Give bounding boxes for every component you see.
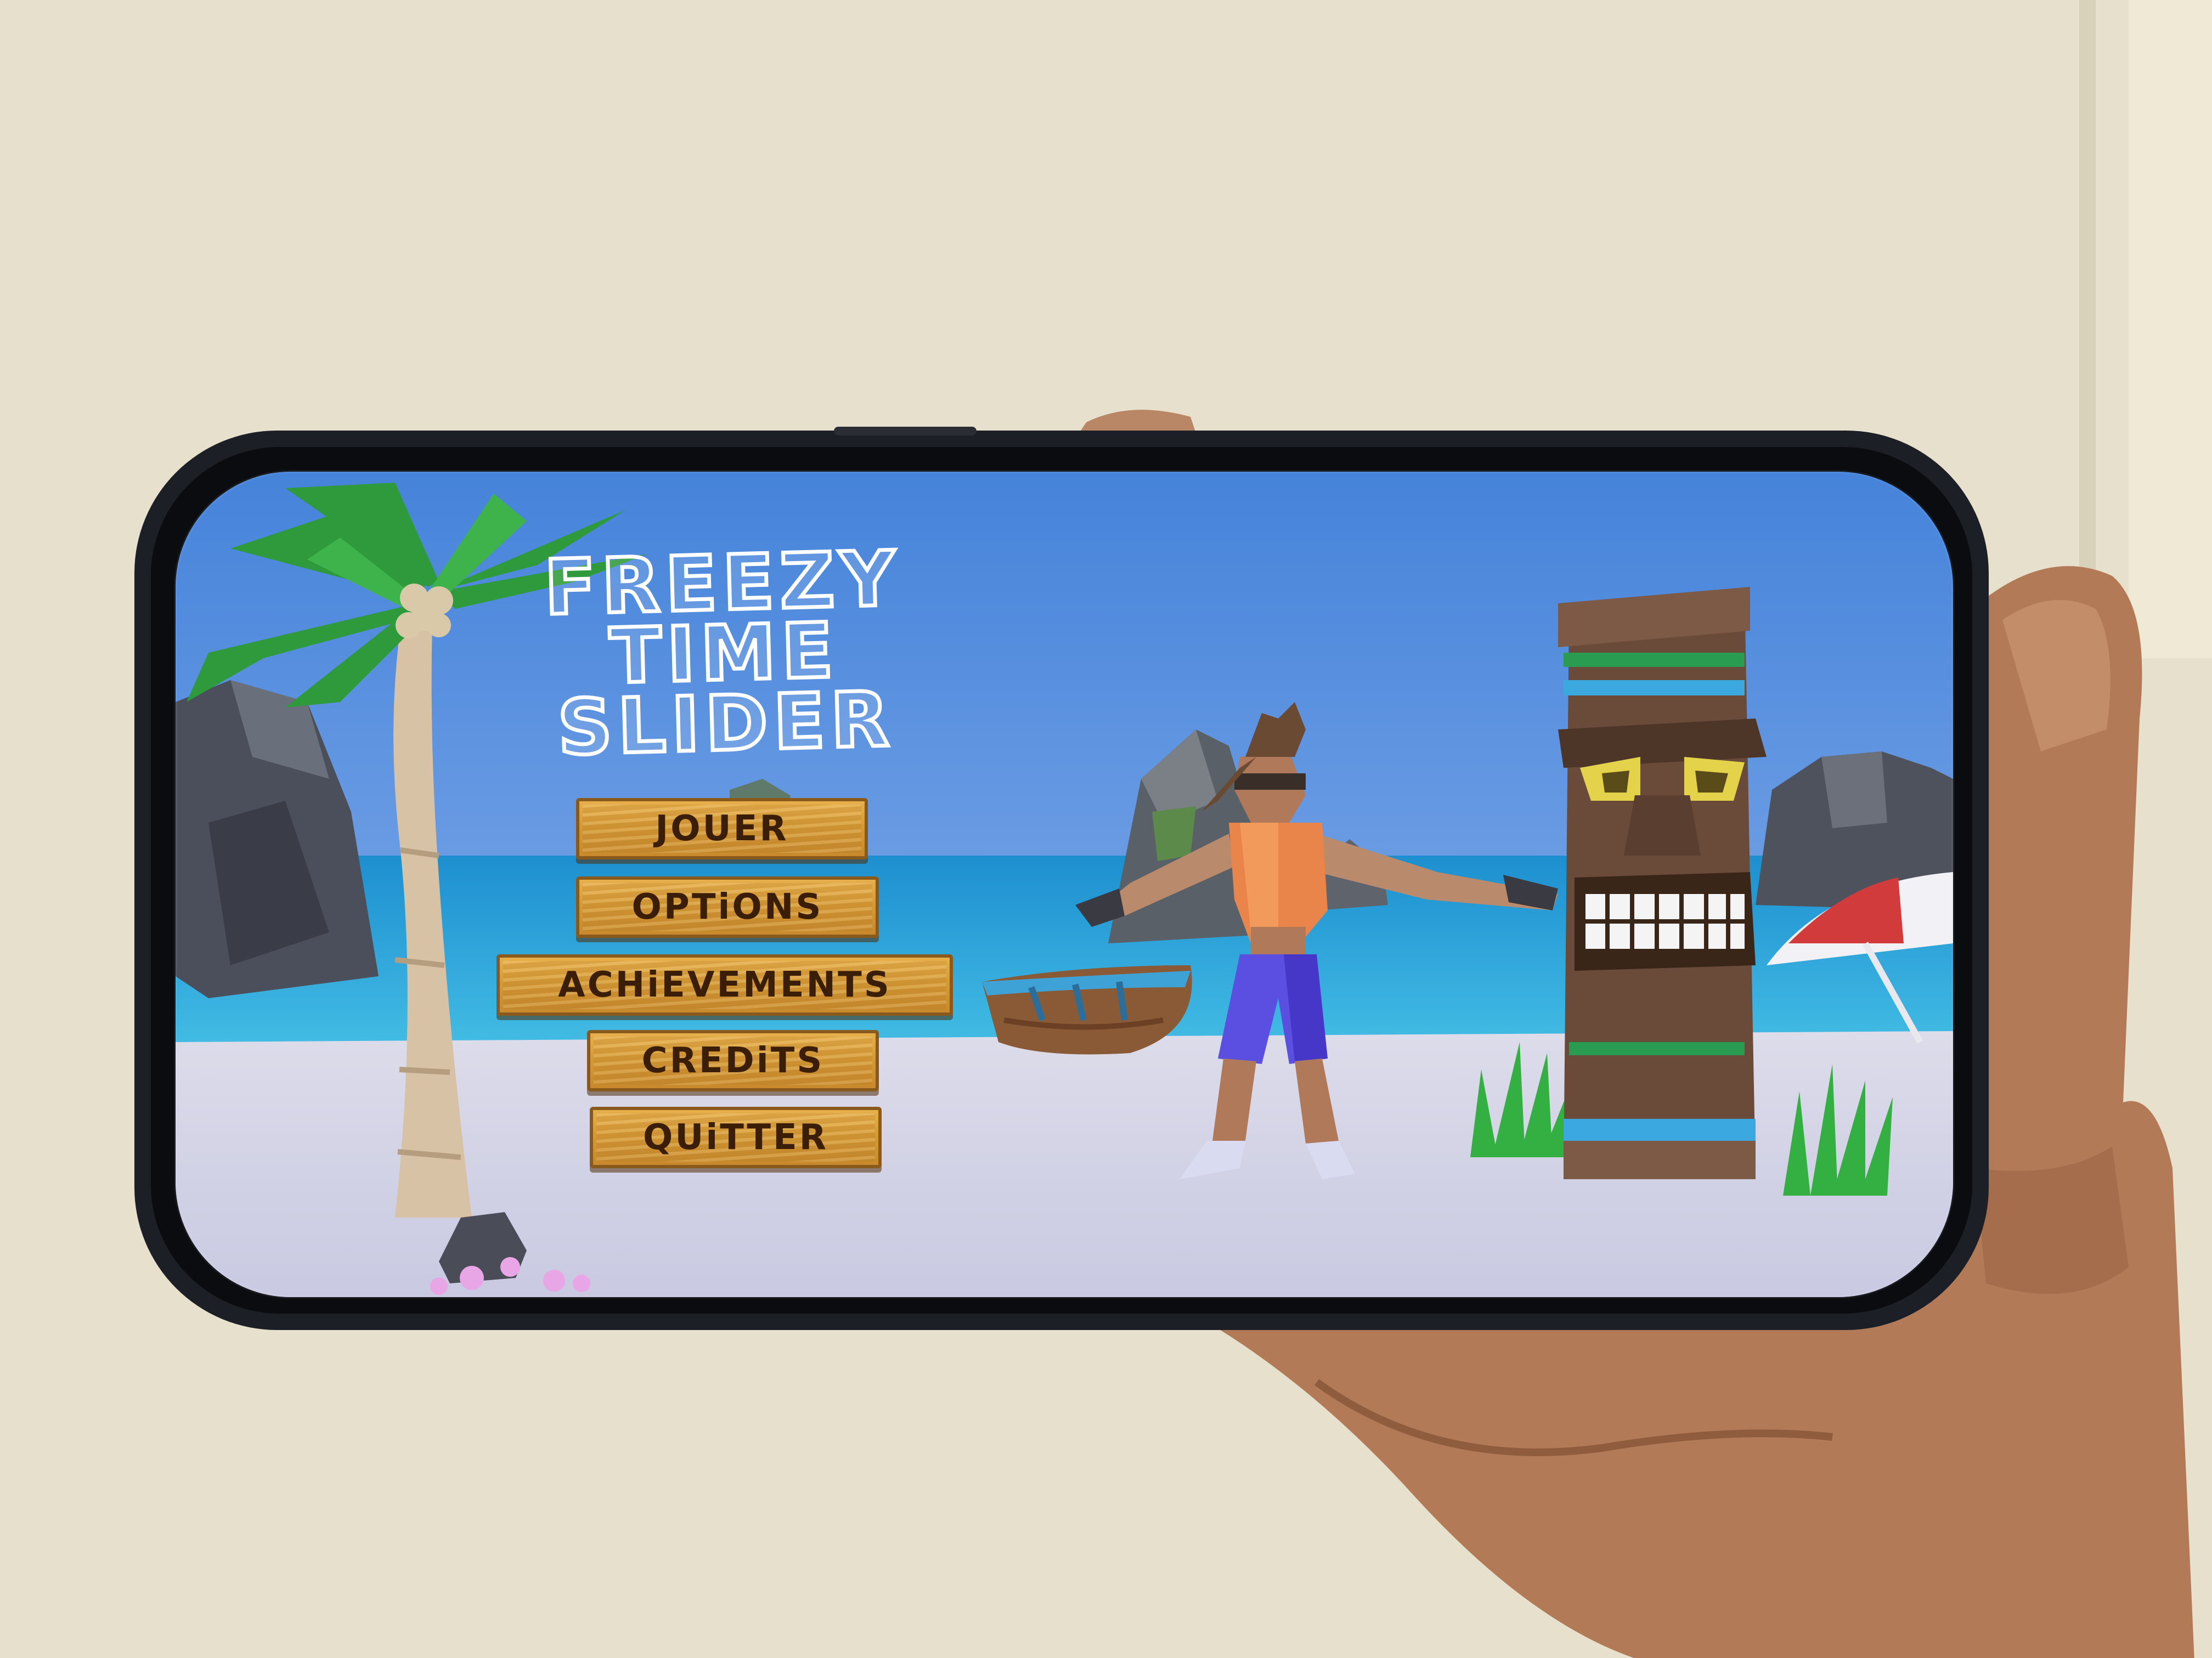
quit-button-label: QUiTTER [642,1117,829,1158]
achievements-button-label: ACHiEVEMENTS [558,965,891,1005]
wall-panel-edge [2079,0,2096,658]
play-button[interactable]: JOUER [576,798,868,859]
options-button[interactable]: OPTiONS [576,876,879,938]
game-screen [176,472,1953,1297]
photo-scene [0,0,2212,1658]
credits-button-label: CREDiTS [641,1040,825,1081]
tiki-totem [1558,587,1767,1179]
title-line-3: SLIDER [555,673,898,774]
phone-button [834,427,977,435]
credits-button[interactable]: CREDiTS [587,1030,879,1091]
options-button-label: OPTiONS [631,887,823,927]
play-button-label: JOUER [655,808,789,849]
achievements-button[interactable]: ACHiEVEMENTS [496,954,953,1016]
quit-button[interactable]: QUiTTER [590,1107,882,1168]
game-title: FREEZY TIME SLIDER [524,533,924,774]
